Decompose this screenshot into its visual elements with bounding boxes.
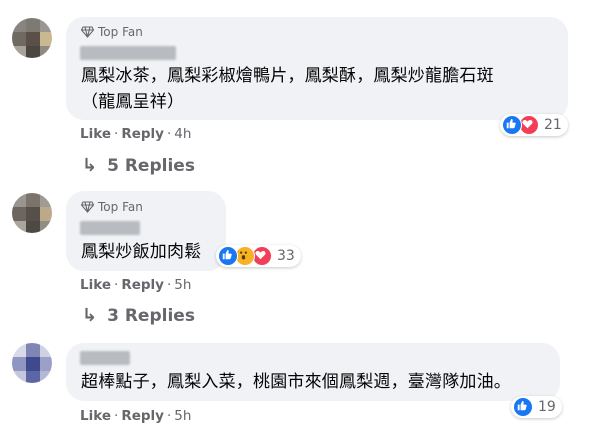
- comment-text-line1: 鳳梨冰茶，鳳梨彩椒燴鴨片，鳳梨酥，鳳梨炒龍膽石斑: [81, 66, 494, 86]
- reply-arrow-icon: ↳: [82, 155, 98, 176]
- reaction-summary[interactable]: 33: [216, 245, 301, 267]
- reply-link[interactable]: Reply: [121, 126, 164, 142]
- comment-text-line1: 鳳梨炒飯加肉鬆: [81, 242, 202, 262]
- reply-arrow-icon: ↳: [82, 305, 98, 326]
- commenter-name[interactable]: [80, 221, 140, 235]
- reaction-count: 19: [538, 399, 556, 415]
- diamond-icon: [81, 201, 94, 213]
- wow-reaction-icon: [235, 246, 255, 266]
- love-reaction-icon: [519, 115, 539, 135]
- top-fan-badge: Top Fan: [81, 200, 143, 214]
- like-reaction-icon: [513, 397, 533, 417]
- reply-link[interactable]: Reply: [121, 408, 164, 424]
- avatar[interactable]: [12, 193, 52, 233]
- comment-actions: Like · Reply · 5h: [80, 408, 192, 424]
- top-fan-label: Top Fan: [98, 25, 143, 39]
- comment-actions: Like · Reply · 4h: [80, 126, 192, 142]
- avatar[interactable]: [12, 343, 52, 383]
- reaction-count: 21: [544, 117, 562, 133]
- avatar[interactable]: [12, 18, 52, 58]
- comment-text-line2: （龍鳳呈祥）: [81, 92, 185, 112]
- top-fan-badge: Top Fan: [81, 25, 143, 39]
- reaction-summary[interactable]: 19: [511, 396, 562, 418]
- diamond-icon: [81, 26, 94, 38]
- commenter-name[interactable]: [80, 46, 176, 60]
- love-reaction-icon: [252, 246, 272, 266]
- comment-text-line1: 超棒點子，鳳梨入菜，桃園市來個鳳梨週，臺灣隊加油。: [81, 372, 511, 392]
- replies-label: 5 Replies: [107, 155, 195, 176]
- timestamp[interactable]: 5h: [174, 277, 191, 293]
- reaction-summary[interactable]: 21: [500, 114, 568, 136]
- view-replies-button[interactable]: ↳ 3 Replies: [82, 305, 195, 326]
- like-reaction-icon: [502, 115, 522, 135]
- comment-actions: Like · Reply · 5h: [80, 277, 192, 293]
- top-fan-label: Top Fan: [98, 200, 143, 214]
- like-link[interactable]: Like: [80, 277, 111, 293]
- like-link[interactable]: Like: [80, 408, 111, 424]
- timestamp[interactable]: 4h: [174, 126, 191, 142]
- commenter-name[interactable]: [80, 351, 130, 365]
- timestamp[interactable]: 5h: [174, 408, 191, 424]
- like-link[interactable]: Like: [80, 126, 111, 142]
- reaction-count: 33: [277, 248, 295, 264]
- replies-label: 3 Replies: [107, 305, 195, 326]
- like-reaction-icon: [218, 246, 238, 266]
- view-replies-button[interactable]: ↳ 5 Replies: [82, 155, 195, 176]
- reply-link[interactable]: Reply: [121, 277, 164, 293]
